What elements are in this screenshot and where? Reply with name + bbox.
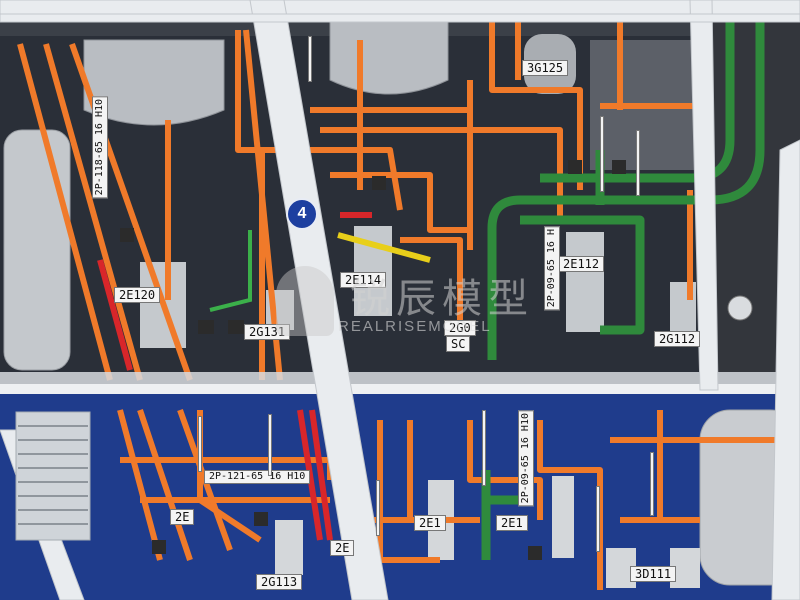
pipe-tag-blank bbox=[198, 416, 202, 472]
gauge bbox=[727, 295, 753, 321]
pipe-tag-blank bbox=[482, 410, 486, 486]
label-2g112: 2G112 bbox=[654, 331, 701, 347]
label-3g125: 3G125 bbox=[522, 60, 569, 76]
upper-tank-center bbox=[329, 17, 449, 95]
floor-number-badge: 4 bbox=[286, 198, 318, 230]
label-2e1-left: 2E1 bbox=[414, 515, 446, 531]
pipe-tag-blank bbox=[268, 414, 272, 476]
column-left bbox=[3, 129, 71, 371]
watermark-logo bbox=[276, 266, 334, 336]
label-2e112: 2E112 bbox=[558, 256, 605, 272]
equipment-2e112 bbox=[566, 232, 604, 332]
pipe-tag-2p-09-lower: 2P-09-65 16 H10 bbox=[518, 410, 534, 507]
pipe-tag-blank bbox=[308, 36, 312, 82]
label-2e120: 2E120 bbox=[114, 287, 161, 303]
label-2e1-right: 2E1 bbox=[496, 515, 528, 531]
pipe-tag-blank bbox=[376, 480, 380, 536]
exchanger-lower-b bbox=[552, 476, 574, 558]
plant-model-photo: 3G125 2E120 2E114 2E112 2G131 2G112 2G11… bbox=[0, 0, 800, 600]
staircase bbox=[15, 411, 91, 541]
label-2e-lower-left: 2E bbox=[170, 509, 195, 525]
pipe-tag-blank bbox=[600, 116, 604, 192]
label-3d111: 3D111 bbox=[630, 566, 677, 582]
pipe-tag-blank bbox=[596, 486, 600, 552]
pipe-tag-2p-09-upper: 2P-09-65 16 H bbox=[544, 226, 560, 311]
watermark-chinese: 锐辰模型 bbox=[350, 276, 534, 322]
label-2g113: 2G113 bbox=[256, 574, 303, 590]
watermark-english: REALRISEMODEL bbox=[338, 318, 492, 335]
pipe-tag-blank bbox=[636, 130, 640, 196]
glass-floor-edge bbox=[0, 372, 800, 384]
pipe-tag-2p-118: 2P-118-65 16 H10 bbox=[92, 96, 108, 199]
floor-beam bbox=[0, 384, 800, 394]
pipe-tag-2p-121: 2P-121-65 16 H10 bbox=[204, 470, 311, 484]
label-sc: SC bbox=[446, 336, 471, 352]
label-2e-lower-center: 2E bbox=[330, 540, 355, 556]
pipe-tag-blank bbox=[650, 452, 654, 516]
pump-2g113 bbox=[275, 520, 303, 575]
